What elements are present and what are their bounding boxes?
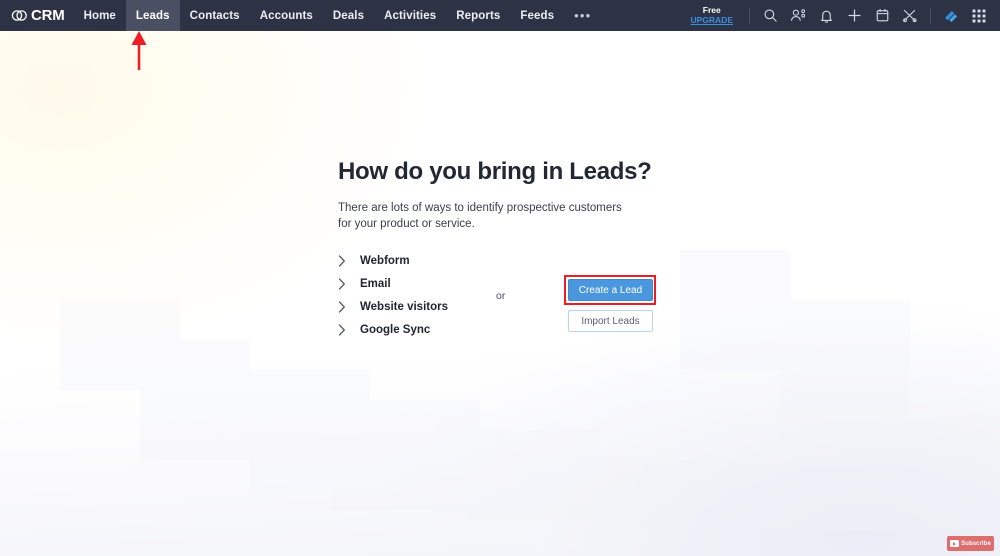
create-a-lead-button[interactable]: Create a Lead xyxy=(568,279,653,301)
option-label: Website visitors xyxy=(360,300,448,313)
navbar-divider-1 xyxy=(749,7,750,24)
option-label: Webform xyxy=(360,254,410,267)
top-navigation-bar: CRM Home Leads Contacts Accounts Deals A… xyxy=(0,0,1000,31)
nav-tab-home[interactable]: Home xyxy=(74,0,126,31)
nav-tab-reports[interactable]: Reports xyxy=(446,0,510,31)
chevron-right-icon xyxy=(338,323,360,336)
search-icon[interactable] xyxy=(756,0,784,31)
app-logo-text: CRM xyxy=(31,7,65,24)
nav-tab-feeds[interactable]: Feeds xyxy=(510,0,564,31)
upgrade-link-label: UPGRADE xyxy=(690,14,733,25)
zoho-circles-icon xyxy=(11,8,28,23)
page-title: How do you bring in Leads? xyxy=(338,158,652,185)
nav-tab-contacts[interactable]: Contacts xyxy=(180,0,250,31)
chevron-right-icon xyxy=(338,277,360,290)
cta-buttons: Create a Lead Import Leads xyxy=(568,279,654,332)
empty-state-content: How do you bring in Leads? There are lot… xyxy=(338,158,678,233)
navbar-tabs: Home Leads Contacts Accounts Deals Activ… xyxy=(74,0,604,31)
youtube-subscribe-badge[interactable]: Subscribe xyxy=(947,536,994,551)
notifications-bell-icon[interactable] xyxy=(812,0,840,31)
chevron-right-icon xyxy=(338,254,360,267)
navbar-divider-2 xyxy=(930,7,931,24)
contacts-icon[interactable] xyxy=(784,0,812,31)
import-leads-button[interactable]: Import Leads xyxy=(568,310,653,332)
chevron-right-icon xyxy=(338,300,360,313)
nav-tab-accounts[interactable]: Accounts xyxy=(250,0,323,31)
apps-grid-icon[interactable] xyxy=(965,0,993,31)
option-label: Google Sync xyxy=(360,323,431,336)
page-subtitle: There are lots of ways to identify prosp… xyxy=(338,202,622,231)
or-separator: or xyxy=(496,290,506,302)
navbar-right-section: Free UPGRADE xyxy=(690,0,1000,31)
nav-tab-activities[interactable]: Activities xyxy=(374,0,446,31)
tools-icon[interactable] xyxy=(896,0,924,31)
calendar-icon[interactable] xyxy=(868,0,896,31)
subscribe-label: Subscribe xyxy=(961,540,991,547)
zia-icon[interactable] xyxy=(937,0,965,31)
navbar-left-section: CRM Home Leads Contacts Accounts Deals A… xyxy=(0,0,690,31)
option-webform[interactable]: Webform xyxy=(338,249,668,272)
youtube-play-icon xyxy=(950,540,960,547)
nav-tab-leads[interactable]: Leads xyxy=(125,0,180,31)
nav-tab-deals[interactable]: Deals xyxy=(323,0,374,31)
app-logo[interactable]: CRM xyxy=(0,0,74,31)
nav-more-menu-icon[interactable]: ••• xyxy=(564,0,603,31)
upgrade-button[interactable]: Free UPGRADE xyxy=(690,5,733,25)
option-label: Email xyxy=(360,277,391,290)
add-plus-icon[interactable] xyxy=(840,0,868,31)
